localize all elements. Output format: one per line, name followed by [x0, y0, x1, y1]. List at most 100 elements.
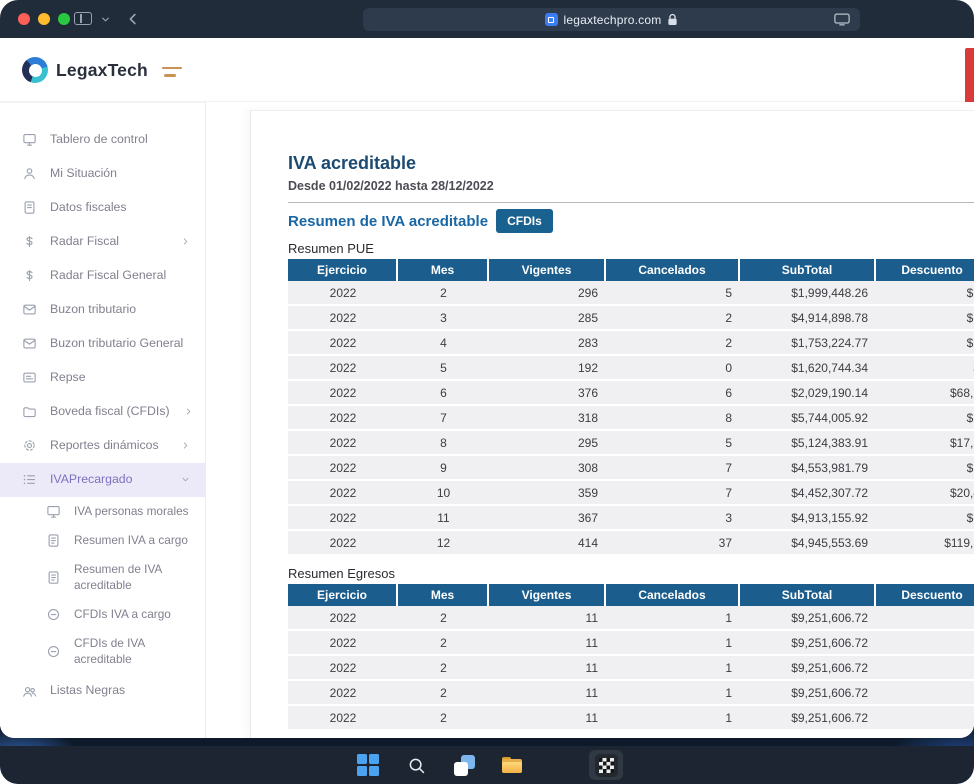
sidebar-item-label: Radar Fiscal General	[50, 268, 166, 284]
table-cell: 6	[606, 381, 740, 406]
brand-logo[interactable]: LegaxTech	[22, 57, 148, 83]
table-cell: 0	[606, 356, 740, 381]
sidebar-item-cfdis-iva-a-cargo[interactable]: CFDIs IVA a cargo	[0, 600, 205, 629]
table-cell: 308	[489, 456, 606, 481]
table-cell: 8	[606, 406, 740, 431]
site-favicon-icon	[545, 13, 558, 26]
sidebar-item-radar-fiscal-general[interactable]: Radar Fiscal General	[0, 259, 205, 293]
book-icon	[22, 200, 37, 215]
sidebar-item-ivaprecargado[interactable]: IVAPrecargado	[0, 463, 205, 497]
menu-toggle-icon[interactable]	[162, 67, 182, 77]
resumen-pue-table: EjercicioMesVigentesCanceladosSubTotalDe…	[288, 259, 974, 556]
sidebar-item-radar-fiscal[interactable]: Radar Fiscal	[0, 225, 205, 259]
table-cell: $20,4	[876, 481, 974, 506]
url-text: legaxtechpro.com	[564, 13, 662, 27]
file-explorer-button[interactable]	[495, 750, 529, 780]
checkered-app-button[interactable]	[589, 750, 623, 780]
sidebar-item-buzon-tributario[interactable]: Buzon tributario	[0, 293, 205, 327]
windows-start-button[interactable]	[351, 750, 385, 780]
table-cell: 1	[606, 656, 740, 681]
sidebar-item-resumen-iva-a-cargo[interactable]: Resumen IVA a cargo	[0, 526, 205, 555]
table-cell: 2022	[288, 681, 398, 706]
table-cell: 2022	[288, 706, 398, 731]
window-zoom-button[interactable]	[58, 13, 70, 25]
table-row: 2022103597$4,452,307.72$20,4	[288, 481, 974, 506]
window-controls	[18, 13, 70, 25]
table-row: 20221241437$4,945,553.69$119,3	[288, 531, 974, 556]
table-cell: $9,251,606.72	[740, 706, 876, 731]
sidebar-item-cfdis-de-iva-acreditable[interactable]: CFDIs de IVA acreditable	[0, 629, 205, 674]
sidebar-item-resumen-de-iva-acreditable[interactable]: Resumen de IVA acreditable	[0, 555, 205, 600]
table-cell: 7	[606, 481, 740, 506]
display-icon[interactable]	[834, 13, 850, 26]
table-cell: 1	[606, 631, 740, 656]
card-icon	[22, 370, 37, 385]
sidebar-item-boveda-fiscal-cfdis[interactable]: Boveda fiscal (CFDIs)	[0, 395, 205, 429]
chevron-down-icon[interactable]	[100, 14, 111, 25]
search-button[interactable]	[399, 750, 433, 780]
table-cell: $4,452,307.72	[740, 481, 876, 506]
table-cell: 5	[606, 431, 740, 456]
table-cell: 192	[489, 356, 606, 381]
table-cell: 414	[489, 531, 606, 556]
table-cell: $4,913,155.92	[740, 506, 876, 531]
table-cell: $9,251,606.72	[740, 631, 876, 656]
dollar-icon	[22, 234, 37, 249]
people-icon	[22, 684, 37, 699]
table-cell: $8	[876, 506, 974, 531]
table-row: 202251920$1,620,744.34$	[288, 356, 974, 381]
brand-logo-icon	[22, 57, 48, 83]
table-cell: 2022	[288, 606, 398, 631]
table-cell: 2022	[288, 281, 398, 306]
header-row: EjercicioMesVigentesCanceladosSubTotalDe…	[288, 584, 974, 606]
doc-icon	[46, 570, 61, 585]
sidebar-item-label: Buzon tributario	[50, 302, 136, 318]
divider	[288, 202, 974, 203]
table-cell: 2	[606, 306, 740, 331]
sidebar-item-label: Boveda fiscal (CFDIs)	[50, 404, 170, 420]
sidebar-item-iva-personas-morales[interactable]: IVA personas morales	[0, 497, 205, 526]
table-cell: 11	[489, 656, 606, 681]
table-row: 202263766$2,029,190.14$68,7	[288, 381, 974, 406]
table-row: 202232852$4,914,898.78$6	[288, 306, 974, 331]
main-area: IVA acreditable Desde 01/02/2022 hasta 2…	[206, 102, 974, 738]
sidebar-item-datos-fiscales[interactable]: Datos fiscales	[0, 191, 205, 225]
sidebar-item-buzon-tributario-general[interactable]: Buzon tributario General	[0, 327, 205, 361]
table-cell	[876, 631, 974, 656]
sidebar-item-label: CFDIs de IVA acreditable	[74, 636, 190, 667]
sidebar-item-mi-situacion[interactable]: Mi Situación	[0, 157, 205, 191]
column-header: Ejercicio	[288, 259, 398, 281]
table-cell: $68,7	[876, 381, 974, 406]
address-bar[interactable]: legaxtechpro.com	[363, 8, 860, 31]
sidebar-item-label: IVAPrecargado	[50, 472, 132, 488]
sidebar-item-tablero-de-control[interactable]: Tablero de control	[0, 123, 205, 157]
table-row: 20222111$9,251,606.72	[288, 606, 974, 631]
sidebar-item-reportes-dinamicos[interactable]: Reportes dinámicos	[0, 429, 205, 463]
table-cell: 6	[398, 381, 489, 406]
sidebar-item-listas-negras[interactable]: Listas Negras	[0, 674, 205, 708]
table-cell: $4,914,898.78	[740, 306, 876, 331]
table-cell: 11	[489, 631, 606, 656]
table-cell: $3	[876, 281, 974, 306]
table-row: 202293087$4,553,981.79$1	[288, 456, 974, 481]
page-title: IVA acreditable	[288, 153, 974, 174]
sidebar-item-repse[interactable]: Repse	[0, 361, 205, 395]
sidebar-item-label: Reportes dinámicos	[50, 438, 159, 454]
table-cell: $1,620,744.34	[740, 356, 876, 381]
table-cell: 2022	[288, 331, 398, 356]
back-icon[interactable]	[124, 10, 142, 28]
cfdis-button[interactable]: CFDIs	[496, 209, 553, 233]
table-cell: 2022	[288, 306, 398, 331]
gear-icon	[22, 438, 37, 453]
doc-icon	[46, 533, 61, 548]
sidebar-toggle-icon[interactable]	[74, 12, 92, 25]
window-minimize-button[interactable]	[38, 13, 50, 25]
window-close-button[interactable]	[18, 13, 30, 25]
task-view-button[interactable]	[447, 750, 481, 780]
table-cell: 367	[489, 506, 606, 531]
table-cell: 3	[606, 506, 740, 531]
red-edge-tab[interactable]	[965, 48, 974, 108]
browser-window: legaxtechpro.com LegaxTech Tablero de co…	[0, 0, 974, 738]
table-cell: 376	[489, 381, 606, 406]
column-header: Descuento	[876, 259, 974, 281]
